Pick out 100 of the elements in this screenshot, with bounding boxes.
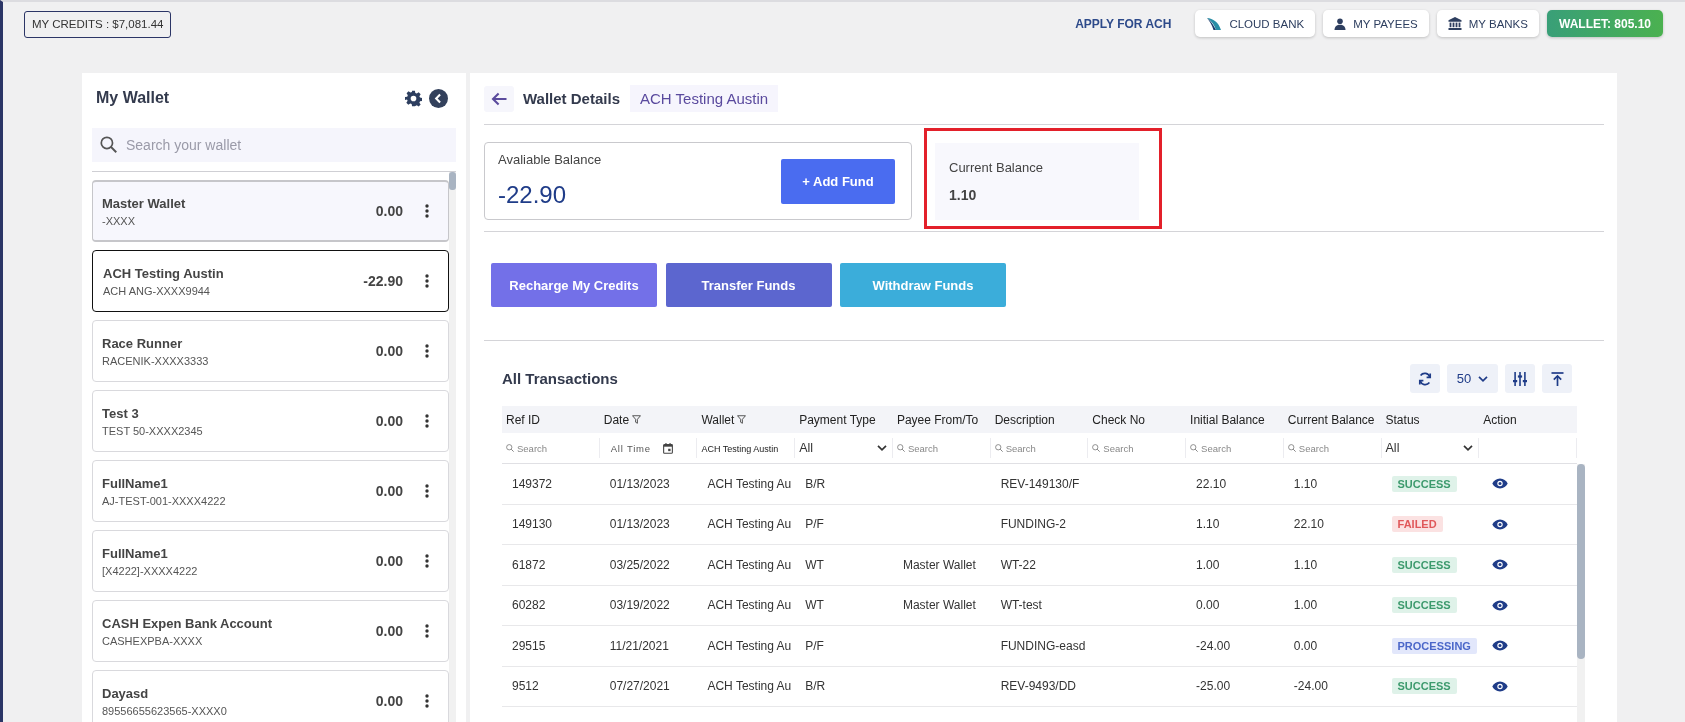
table-cell: WT bbox=[805, 557, 824, 572]
scrollbar-thumb[interactable] bbox=[449, 172, 456, 190]
table-cell: P/F bbox=[805, 638, 824, 653]
status-badge: SUCCESS bbox=[1391, 597, 1457, 614]
payees-button[interactable]: MY PAYEES bbox=[1323, 10, 1429, 37]
filter-dropdown[interactable]: All bbox=[1383, 438, 1476, 458]
more-options-icon[interactable] bbox=[425, 344, 429, 358]
wallet-card[interactable]: FullName1 AJ-TEST-001-XXXX4222 0.00 bbox=[92, 460, 449, 522]
wallet-balance: 0.00 bbox=[375, 413, 403, 429]
filter-dropdown[interactable]: All bbox=[797, 438, 889, 458]
cloud-bank-button[interactable]: CLOUD BANK bbox=[1195, 10, 1316, 37]
table-cell: 149130 bbox=[512, 517, 553, 532]
wallet-search-field[interactable]: Search your wallet bbox=[92, 128, 456, 162]
eye-icon[interactable] bbox=[1492, 559, 1509, 571]
table-cell: Master Wallet bbox=[902, 598, 976, 613]
eye-icon[interactable] bbox=[1492, 599, 1509, 611]
eye-icon[interactable] bbox=[1492, 478, 1509, 490]
column-header[interactable]: Ref ID bbox=[506, 412, 540, 427]
page-size-dropdown[interactable]: 50 bbox=[1447, 364, 1498, 393]
filter-search-field[interactable]: Search bbox=[1090, 438, 1183, 458]
table-cell: ACH Testing Au bbox=[707, 557, 792, 572]
more-options-icon[interactable] bbox=[425, 204, 429, 218]
more-options-icon[interactable] bbox=[425, 484, 429, 498]
more-options-icon[interactable] bbox=[425, 694, 429, 708]
eye-icon[interactable] bbox=[1492, 640, 1509, 652]
status-badge: PROCESSING bbox=[1391, 637, 1477, 654]
table-cell: 1.10 bbox=[1293, 476, 1318, 491]
wallet-balance: 0.00 bbox=[375, 203, 403, 219]
table-cell: 01/13/2023 bbox=[609, 476, 670, 491]
wallet-name: Test 3 bbox=[102, 405, 140, 421]
table-cell: 11/21/2021 bbox=[609, 638, 669, 653]
column-header[interactable]: Initial Balance bbox=[1190, 412, 1265, 427]
wallet-account: ACH ANG-XXXX9944 bbox=[103, 284, 211, 297]
scrollbar-thumb[interactable] bbox=[1577, 464, 1585, 659]
more-options-icon[interactable] bbox=[425, 554, 429, 568]
table-cell: ACH Testing Au bbox=[707, 638, 792, 653]
wallet-card[interactable]: Test 3 TEST 50-XXXX2345 0.00 bbox=[92, 390, 449, 452]
column-header[interactable]: Status bbox=[1385, 412, 1420, 427]
available-balance-amount: -22.90 bbox=[498, 181, 568, 209]
columns-button[interactable] bbox=[1505, 364, 1535, 393]
wallet-card[interactable]: Race Runner RACENIK-XXXX3333 0.00 bbox=[92, 320, 449, 382]
filter-search-field[interactable]: Search bbox=[1188, 438, 1280, 458]
sidebar-title: My Wallet bbox=[96, 89, 170, 107]
apply-link[interactable]: APPLY FOR ACH bbox=[1075, 11, 1172, 36]
back-button[interactable] bbox=[484, 85, 514, 112]
filter-search-field[interactable]: Search bbox=[894, 438, 987, 458]
filter-text-field[interactable]: ACH Testing Austin bbox=[699, 439, 792, 459]
column-header[interactable]: Date bbox=[603, 412, 630, 427]
column-header[interactable]: Check No bbox=[1092, 412, 1146, 427]
wallet-card[interactable]: FullName1 [X4222]-XXXX4222 0.00 bbox=[92, 530, 449, 592]
table-cell: 0.00 bbox=[1196, 598, 1220, 613]
scroll-top-button[interactable] bbox=[1542, 364, 1572, 393]
action-button[interactable]: Transfer Funds bbox=[665, 263, 832, 307]
wallet-card[interactable]: CASH Expen Bank Account CASHEXPBA-XXXX 0.00 bbox=[92, 600, 449, 662]
wallet-balance: 0.00 bbox=[375, 553, 403, 569]
wallet-name: Dayasd bbox=[102, 685, 150, 701]
filter-icon[interactable] bbox=[737, 415, 747, 424]
more-options-icon[interactable] bbox=[425, 274, 429, 288]
arrow-left-icon bbox=[491, 91, 507, 106]
scrollbar[interactable] bbox=[449, 172, 456, 722]
column-header[interactable]: Payee From/To bbox=[896, 412, 979, 427]
filter-search-field[interactable]: Search bbox=[504, 438, 596, 458]
more-options-icon[interactable] bbox=[425, 414, 429, 428]
search-icon bbox=[994, 444, 1003, 452]
scrollbar[interactable] bbox=[1577, 464, 1585, 722]
wallet-name: ACH Testing Austin bbox=[103, 265, 224, 281]
column-header[interactable]: Payment Type bbox=[799, 412, 876, 427]
search-icon bbox=[1190, 444, 1199, 452]
refresh-button[interactable] bbox=[1410, 364, 1440, 393]
table-cell: ACH Testing Au bbox=[707, 598, 792, 613]
add-fund-button[interactable]: + Add Fund bbox=[781, 158, 895, 204]
wallet-name-chip: ACH Testing Austin bbox=[630, 85, 779, 112]
filter-search-field[interactable]: Search bbox=[992, 438, 1085, 458]
chevron-left-icon[interactable] bbox=[429, 88, 448, 108]
wallet-account: CASHEXPBA-XXXX bbox=[102, 634, 204, 647]
filter-icon[interactable] bbox=[632, 415, 642, 424]
search-icon bbox=[1287, 444, 1296, 452]
table-cell: REV-149130/F bbox=[1000, 476, 1080, 491]
more-options-icon[interactable] bbox=[425, 624, 429, 638]
chevron-down-icon bbox=[1463, 445, 1474, 451]
table-cell: -25.00 bbox=[1196, 679, 1231, 694]
wallet-card[interactable]: Master Wallet -XXXX 0.00 bbox=[92, 180, 449, 242]
search-icon bbox=[896, 444, 905, 452]
column-header[interactable]: Wallet bbox=[701, 412, 735, 427]
table-cell: WT-test bbox=[1000, 598, 1042, 613]
filter-search-field[interactable]: Search bbox=[1285, 438, 1378, 458]
column-header[interactable]: Action bbox=[1483, 412, 1517, 427]
action-button[interactable]: Recharge My Credits bbox=[491, 263, 657, 307]
banks-button[interactable]: MY BANKS bbox=[1436, 10, 1539, 37]
eye-icon[interactable] bbox=[1492, 518, 1509, 530]
settings-icon[interactable] bbox=[405, 89, 422, 107]
table-cell: ACH Testing Au bbox=[707, 517, 792, 532]
table-cell: ACH Testing Au bbox=[707, 679, 792, 694]
eye-icon[interactable] bbox=[1492, 680, 1509, 692]
column-header[interactable]: Current Balance bbox=[1287, 412, 1375, 427]
wallet-card[interactable]: Dayasd 89556655623565-XXXX0 0.00 bbox=[92, 670, 449, 722]
column-header[interactable]: Description bbox=[994, 412, 1055, 427]
wallet-card[interactable]: ACH Testing Austin ACH ANG-XXXX9944 -22.90 bbox=[92, 250, 449, 312]
wallet-account: RACENIK-XXXX3333 bbox=[102, 354, 209, 367]
date-filter-field[interactable]: All Time bbox=[601, 438, 694, 458]
